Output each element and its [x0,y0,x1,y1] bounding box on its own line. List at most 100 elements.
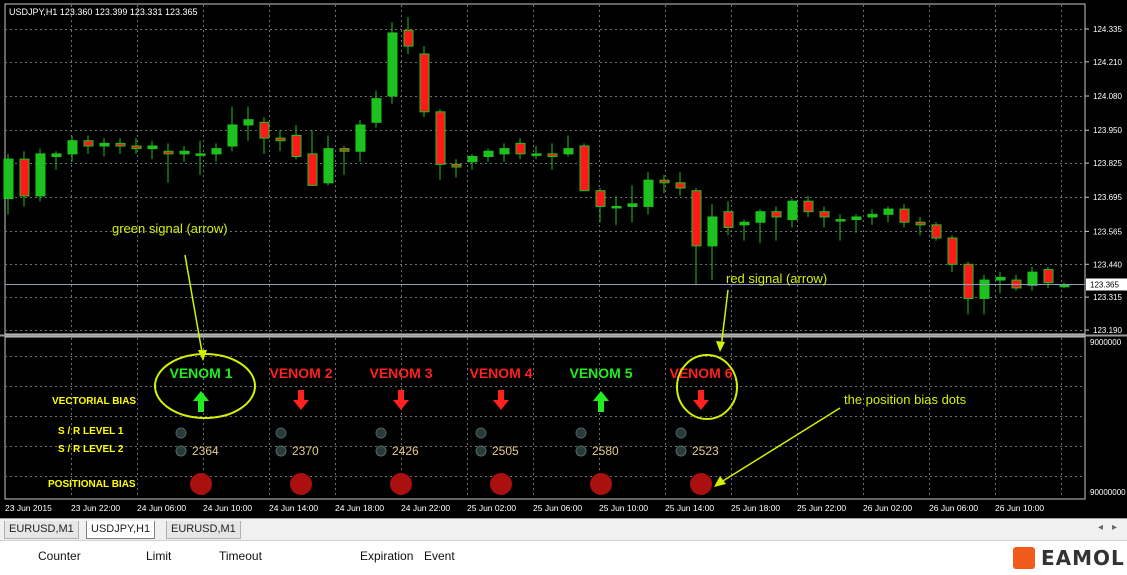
column-limit[interactable]: Limit [146,549,171,563]
pointer-line [184,254,204,359]
bull-candle [51,153,62,157]
bull-candle [739,221,750,226]
terminal-header: Counter Limit Timeout Expiration Event [0,540,1127,575]
price-label: 124.080 [1093,92,1122,101]
tab-eurusd-m1[interactable]: EURUSD,M1 [4,521,79,539]
bull-candle [179,150,190,155]
arrow-down-icon [493,390,509,410]
bear-candle [1011,279,1022,289]
bear-candle [435,111,446,165]
bear-candle [803,200,814,213]
chart-area[interactable]: 124.335 124.210 124.080 123.950 123.825 123.6… [0,0,1127,518]
sr-level2-value: 2580 [592,444,619,458]
position-bias-dot [190,473,212,495]
time-label: 25 Jun 22:00 [797,503,846,513]
indicator-scale-label: 9000000 [1090,338,1122,347]
row-label: S / R LEVEL 1 [58,426,124,437]
bull-candle [787,200,798,221]
bear-candle [275,137,286,142]
candles [3,17,1070,315]
bear-candle [307,153,318,186]
sr-level2-dot [275,445,287,457]
time-label: 26 Jun 10:00 [995,503,1044,513]
price-label: 123.565 [1093,227,1122,236]
pointer-arrowhead [198,350,207,361]
bear-candle [547,153,558,157]
bear-candle [899,208,910,223]
arrow-down-icon [693,390,709,410]
time-label: 24 Jun 18:00 [335,503,384,513]
bear-candle [659,179,670,184]
robot-icon [1013,547,1035,569]
tab-scroll-right-icon[interactable]: ▸ [1112,522,1117,533]
bear-candle [947,237,958,265]
bull-candle [211,148,222,155]
price-label: 123.695 [1093,193,1122,202]
bear-candle [339,148,350,152]
column-timeout[interactable]: Timeout [219,549,262,563]
sr-level1-dot [675,427,687,439]
indicator-frame [4,336,1086,500]
bear-candle [131,145,142,150]
column-counter[interactable]: Counter [38,549,81,563]
sr-level2-value: 2364 [192,444,219,458]
sr-level2-dot [575,445,587,457]
arrow-up-icon [593,391,609,412]
bear-candle [723,211,734,228]
bull-candle [483,150,494,157]
pointer-arrowhead [714,476,726,487]
bull-candle [467,155,478,163]
bull-candle [243,119,254,126]
bull-candle [147,145,158,150]
column-expiration[interactable]: Expiration [360,549,413,563]
bull-candle [1059,284,1070,288]
bear-candle [595,190,606,207]
arrow-down-shape [493,390,509,410]
time-label: 24 Jun 06:00 [137,503,186,513]
row-label: VECTORIAL BIAS [52,396,136,407]
bull-candle [371,98,382,123]
symbol-info: USDJPY,H1 123.360 123.399 123.331 123.36… [9,7,198,17]
venom-indicator-panel: VECTORIAL BIAS S / R LEVEL 1 S / R LEVEL 2… [48,365,733,495]
bear-candle [83,140,94,147]
bear-candle [163,150,174,155]
indicator-scale-label: 90000000 [1090,488,1126,497]
bear-candle [963,263,974,299]
sr-level2-dot [675,445,687,457]
time-label: 26 Jun 06:00 [929,503,978,513]
bear-candle [579,145,590,192]
bull-candle [99,142,110,147]
position-bias-dot [490,473,512,495]
pointer-line [720,289,729,349]
bull-candle [883,208,894,215]
bull-candle [227,124,238,147]
annotation-red-signal: red signal (arrow) [726,271,827,286]
position-bias-dot [590,473,612,495]
arrow-down-icon [393,390,409,410]
venom-label: VENOM 5 [569,365,632,381]
bear-candle [419,53,430,113]
column-event[interactable]: Event [424,549,455,563]
bull-candle [387,32,398,97]
sr-level2-value: 2505 [492,444,519,458]
bull-candle [323,148,334,184]
time-label: 26 Jun 02:00 [863,503,912,513]
sr-level2-value: 2370 [292,444,319,458]
tab-scroll-left-icon[interactable]: ◂ [1098,522,1103,533]
time-label: 23 Jun 2015 [5,503,52,513]
position-bias-dot [290,473,312,495]
chart-tab-bar: EURUSD,M1 USDJPY,H1 EURUSD,M1 ◂ ▸ [0,518,1127,541]
price-label: 124.210 [1093,58,1122,67]
bear-candle [259,121,270,139]
tab-usdjpy-h1[interactable]: USDJPY,H1 [86,521,156,539]
sr-level1-dot [575,427,587,439]
arrow-down-shape [293,390,309,410]
bull-candle [1027,271,1038,286]
tab-eurusd-m1-2[interactable]: EURUSD,M1 [166,521,241,539]
bull-candle [563,148,574,155]
venom-label: VENOM 4 [469,365,532,381]
bear-candle [931,224,942,239]
current-price-label: 123.365 [1090,281,1119,290]
bull-candle [355,124,366,152]
arrow-up-icon [193,391,209,412]
